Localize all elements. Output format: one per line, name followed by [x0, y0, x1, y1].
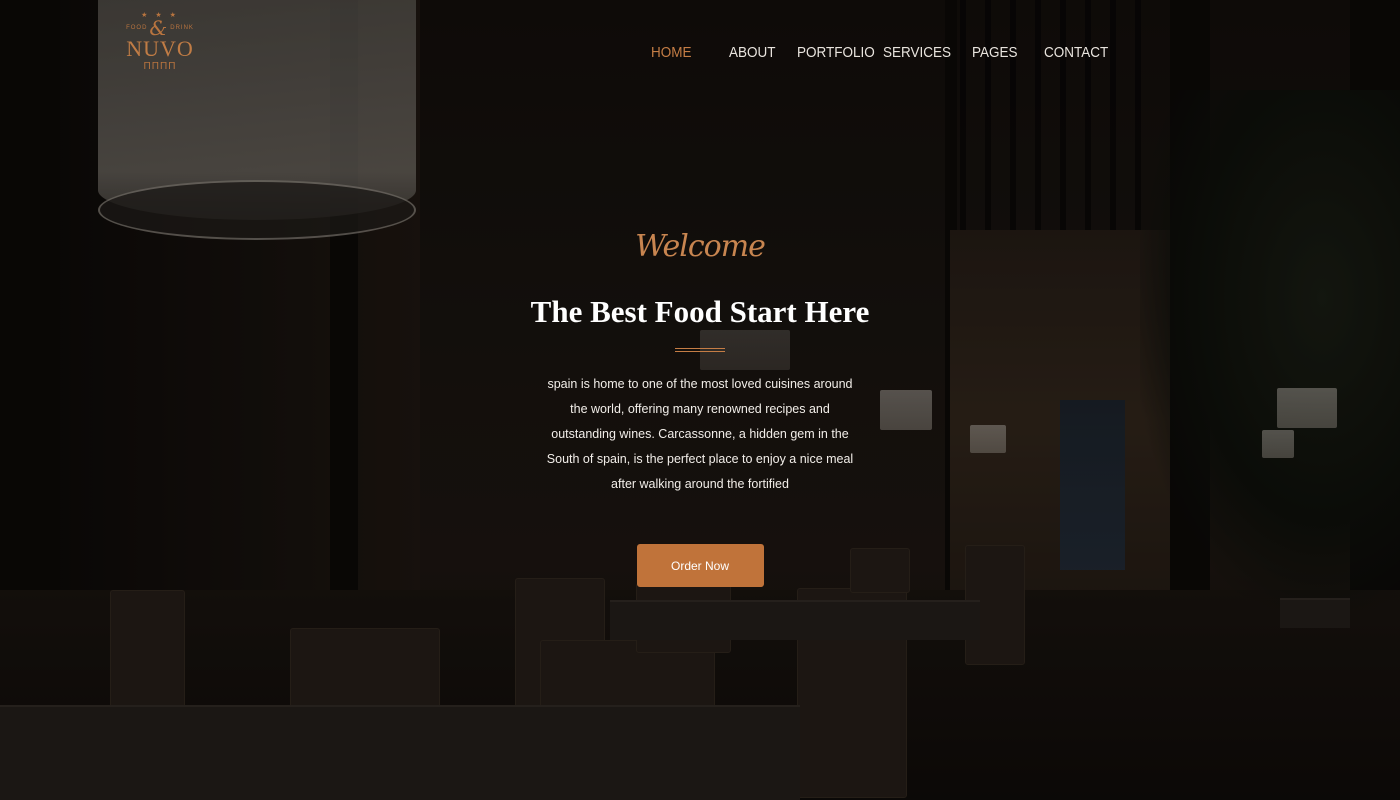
nav-item-services[interactable]: SERVICES [883, 44, 951, 61]
site-logo[interactable]: ★ ★ ★ FOOD & DRINK NUVO ΠΠΠΠ [122, 12, 198, 96]
nav-item-about[interactable]: ABOUT [729, 44, 776, 61]
hero-welcome-script: Welcome [635, 229, 766, 264]
hero-headline: The Best Food Start Here [530, 294, 870, 329]
logo-tag-right: DRINK [170, 25, 194, 31]
nav-item-pages[interactable]: PAGES [972, 44, 1018, 61]
logo-tagline: FOOD & DRINK [122, 16, 198, 40]
logo-brand-name: NUVO [126, 36, 194, 61]
logo-tag-left: FOOD [126, 25, 148, 31]
fork-icon: ΠΠΠΠ [143, 61, 177, 72]
hero-section: Welcome The Best Food Start Here spain i… [450, 222, 950, 587]
nav-item-contact[interactable]: CONTACT [1044, 44, 1108, 61]
nav-item-home[interactable]: HOME [651, 44, 692, 61]
logo-ampersand: & [149, 16, 169, 40]
order-now-button[interactable]: Order Now [636, 544, 764, 587]
hero-description: spain is home to one of the most loved c… [546, 377, 854, 491]
nav-item-portfolio[interactable]: PORTFOLIO [797, 44, 875, 61]
heading-divider [675, 348, 725, 352]
